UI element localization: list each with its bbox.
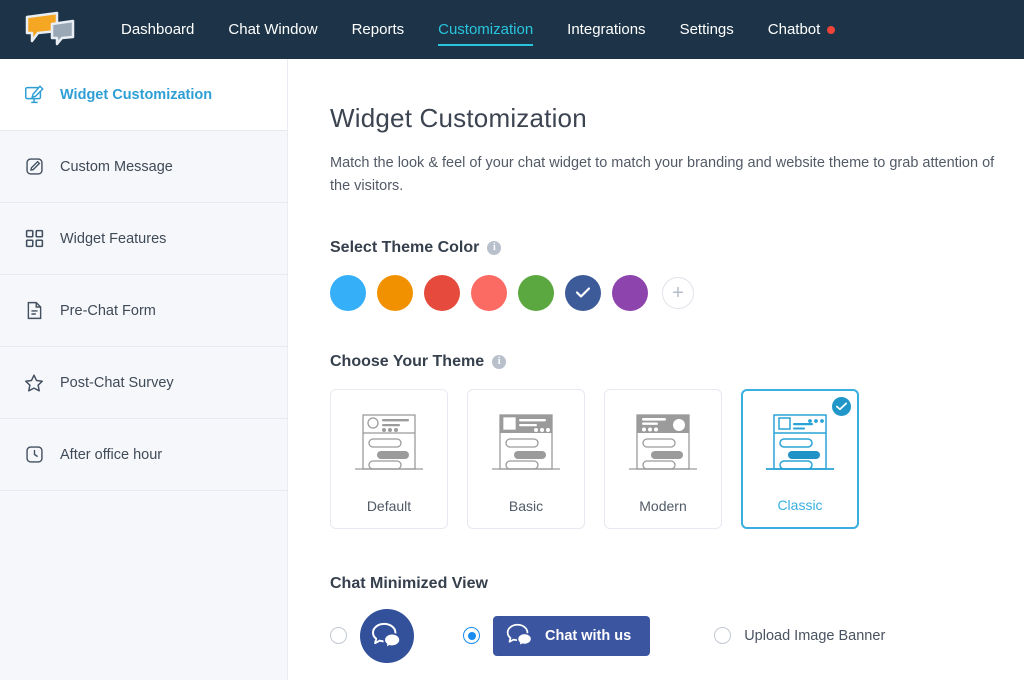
document-icon [22, 299, 46, 323]
grid-squares-icon [22, 227, 46, 251]
widget-preview-illustration [355, 414, 423, 470]
widget-preview-illustration [492, 414, 560, 470]
add-color-label: + [672, 281, 684, 304]
section-label: Chat Minimized View [330, 574, 488, 592]
top-navigation-bar: Dashboard Chat Window Reports Customizat… [0, 0, 1024, 59]
sidebar-item-label: Custom Message [60, 158, 173, 175]
theme-card-label: Modern [639, 497, 687, 514]
theme-card-modern[interactable]: Modern [604, 388, 722, 529]
sidebar-item-label: Widget Customization [60, 86, 213, 103]
nav-item-reports[interactable]: Reports [335, 0, 422, 59]
info-icon[interactable]: i [487, 240, 502, 255]
theme-card-row: Default Basic Modern Classic [330, 388, 1024, 529]
color-swatch-coral[interactable] [471, 274, 507, 311]
nav-item-chat-window[interactable]: Chat Window [211, 0, 334, 59]
nav-item-label: Integrations [567, 21, 646, 38]
sidebar-item-pre-chat-form[interactable]: Pre-Chat Form [0, 275, 287, 347]
chat-bubbles-logo[interactable] [24, 11, 76, 49]
info-icon[interactable]: i [492, 354, 507, 369]
color-swatch-purple[interactable] [612, 274, 648, 311]
main-content: Widget Customization Match the look & fe… [288, 59, 1024, 680]
chat-with-us-button-preview[interactable]: Chat with us [493, 615, 651, 656]
sidebar-item-widget-features[interactable]: Widget Features [0, 203, 287, 275]
theme-card-label: Classic [777, 496, 823, 513]
sidebar-item-label: Post-Chat Survey [60, 374, 174, 391]
chat-minimized-view-heading: Chat Minimized View [330, 575, 1024, 593]
chat-bubble-icon-preview[interactable] [360, 608, 414, 663]
sidebar-item-label: After office hour [60, 446, 163, 463]
sidebar-item-custom-message[interactable]: Custom Message [0, 131, 287, 203]
widget-preview-illustration [629, 414, 697, 470]
sidebar-item-label: Pre-Chat Form [60, 302, 156, 319]
widget-preview-illustration [766, 414, 834, 470]
minimized-view-options-row: Chat with us Upload Image Banner [330, 608, 1024, 663]
radio-bubble-icon-option[interactable] [330, 627, 347, 645]
theme-card-classic[interactable]: Classic [741, 388, 859, 529]
theme-card-default[interactable]: Default [330, 388, 448, 529]
sidebar-item-widget-customization[interactable]: Widget Customization [0, 59, 287, 131]
chat-with-us-label: Chat with us [545, 627, 632, 644]
notification-dot-icon [827, 25, 836, 34]
sidebar-item-label: Widget Features [60, 230, 167, 247]
theme-preview-default [331, 390, 447, 498]
sidebar: Widget Customization Custom Message Widg… [0, 59, 288, 680]
check-icon [576, 287, 590, 299]
nav-item-dashboard[interactable]: Dashboard [104, 0, 211, 59]
color-swatch-orange[interactable] [377, 274, 413, 311]
nav-item-label: Dashboard [121, 21, 195, 38]
chat-bubbles-icon [506, 624, 533, 648]
nav-item-customization[interactable]: Customization [421, 0, 550, 59]
nav-item-label: Chatbot [767, 21, 821, 38]
theme-color-swatch-row: + [330, 274, 1024, 311]
theme-card-basic[interactable]: Basic [467, 388, 585, 529]
chat-bubbles-icon [372, 622, 401, 649]
add-color-button[interactable]: + [662, 276, 694, 309]
nav-item-label: Chat Window [228, 21, 318, 38]
select-theme-color-heading: Select Theme Color i [330, 239, 1024, 257]
selected-badge [832, 396, 851, 416]
choose-your-theme-heading: Choose Your Theme i [330, 353, 1024, 371]
color-swatch-navy-selected[interactable] [565, 274, 601, 311]
sidebar-item-post-chat-survey[interactable]: Post-Chat Survey [0, 347, 287, 419]
theme-card-label: Default [366, 497, 412, 514]
radio-upload-image-banner-option[interactable] [714, 627, 732, 645]
page-body: Widget Customization Custom Message Widg… [0, 59, 1024, 680]
nav-item-chatbot[interactable]: Chatbot [751, 0, 853, 59]
check-icon [836, 402, 847, 411]
edit-square-icon [22, 155, 46, 179]
section-label: Select Theme Color [330, 238, 480, 256]
color-swatch-blue[interactable] [330, 274, 366, 311]
theme-preview-basic [468, 390, 584, 498]
section-label: Choose Your Theme [330, 352, 485, 370]
color-swatch-green[interactable] [518, 274, 554, 311]
star-icon [22, 371, 46, 395]
nav-item-integrations[interactable]: Integrations [550, 0, 662, 59]
upload-image-banner-label: Upload Image Banner [744, 627, 886, 644]
nav-item-label: Reports [351, 21, 405, 38]
nav-item-label: Settings [679, 21, 734, 38]
sidebar-item-after-office-hour[interactable]: After office hour [0, 419, 287, 491]
color-swatch-red[interactable] [424, 274, 460, 311]
theme-preview-modern [605, 390, 721, 498]
theme-card-label: Basic [508, 497, 544, 514]
nav-item-label: Customization [438, 21, 534, 38]
monitor-pen-icon [22, 83, 46, 107]
nav-item-settings[interactable]: Settings [663, 0, 751, 59]
radio-chat-with-us-option[interactable] [463, 627, 480, 645]
nav-item-list: Dashboard Chat Window Reports Customizat… [104, 0, 852, 59]
page-description: Match the look & feel of your chat widge… [330, 155, 995, 195]
clock-icon [22, 443, 46, 467]
page-title: Widget Customization [330, 103, 587, 133]
